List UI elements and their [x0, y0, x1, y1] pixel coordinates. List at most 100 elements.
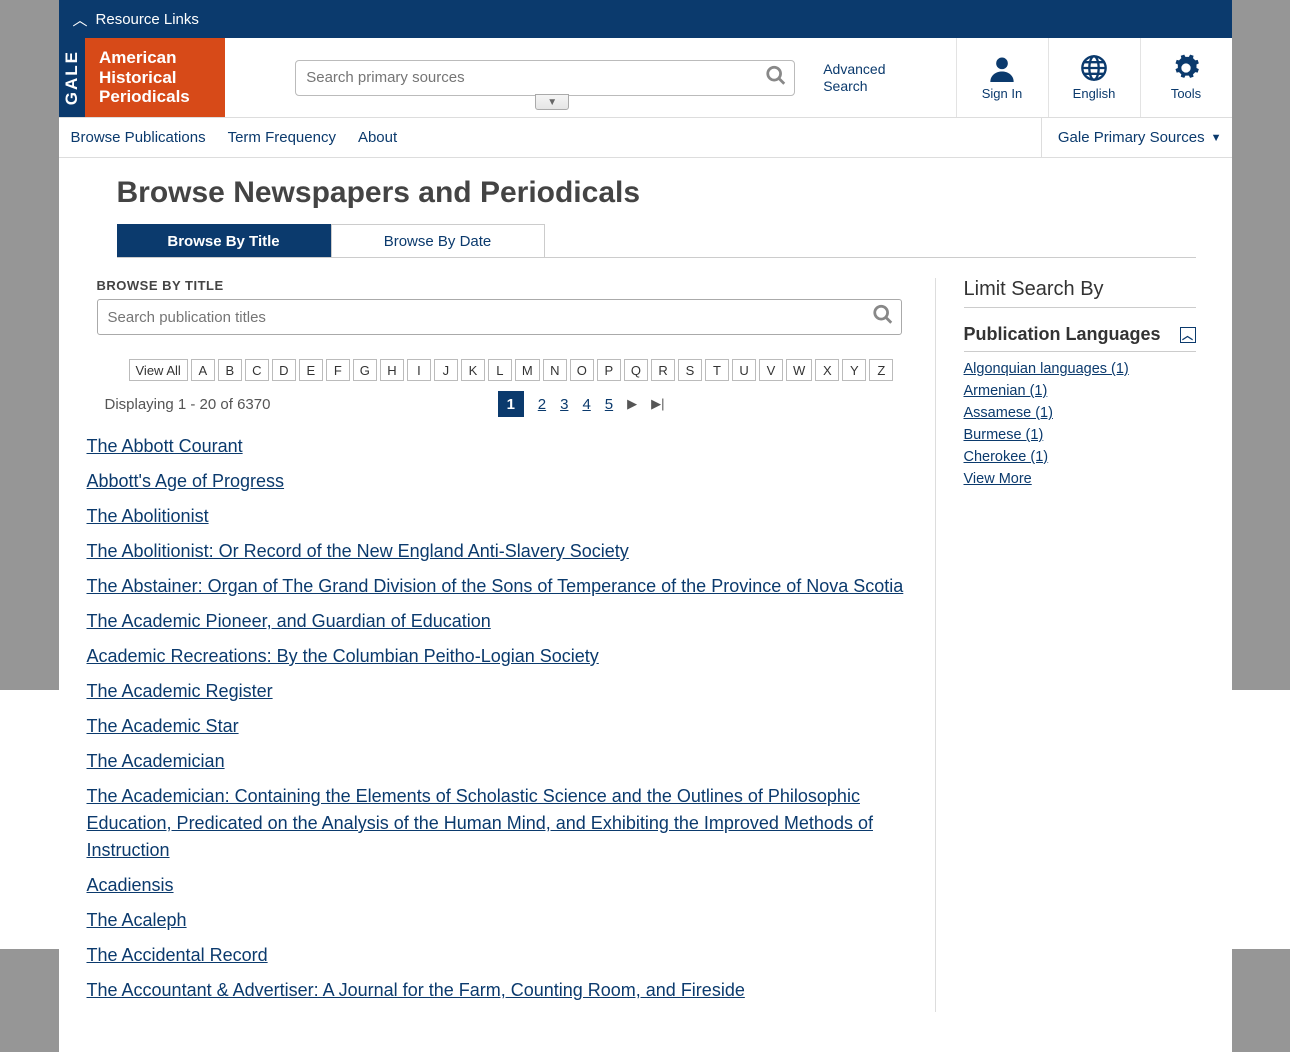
alpha-c[interactable]: C — [245, 359, 269, 381]
list-item: The Abolitionist: Or Record of the New E… — [87, 538, 915, 565]
advanced-search-link[interactable]: AdvancedSearch — [823, 61, 885, 95]
page-5[interactable]: 5 — [605, 396, 613, 413]
alpha-o[interactable]: O — [570, 359, 594, 381]
gear-icon — [1172, 54, 1200, 82]
alpha-h[interactable]: H — [380, 359, 404, 381]
result-link[interactable]: The Accountant & Advertiser: A Journal f… — [87, 980, 745, 1000]
search-icon[interactable] — [765, 64, 787, 91]
list-item: The Academician — [87, 748, 915, 775]
page-3[interactable]: 3 — [560, 396, 568, 413]
list-item: Acadiensis — [87, 872, 915, 899]
alpha-u[interactable]: U — [732, 359, 756, 381]
facet-link[interactable]: Assamese (1) — [964, 405, 1053, 421]
nav-term-frequency[interactable]: Term Frequency — [226, 129, 338, 146]
tools-button[interactable]: Tools — [1140, 38, 1232, 117]
result-link[interactable]: The Academic Register — [87, 681, 273, 701]
facet-list: Algonquian languages (1) Armenian (1) Assa… — [964, 360, 1196, 488]
resource-links-bar[interactable]: ︿ Resource Links — [59, 0, 1232, 38]
alpha-m[interactable]: M — [515, 359, 540, 381]
tab-browse-by-title[interactable]: Browse By Title — [117, 224, 331, 257]
list-item: Abbott's Age of Progress — [87, 468, 915, 495]
alpha-r[interactable]: R — [651, 359, 675, 381]
caret-down-icon: ▼ — [1211, 132, 1222, 144]
alpha-g[interactable]: G — [353, 359, 377, 381]
result-link[interactable]: The Abbott Courant — [87, 436, 243, 456]
page-2[interactable]: 2 — [538, 396, 546, 413]
alpha-d[interactable]: D — [272, 359, 296, 381]
alpha-view-all[interactable]: View All — [129, 359, 188, 381]
facet-item: Algonquian languages (1) — [964, 360, 1196, 378]
results-list: The Abbott Courant Abbott's Age of Progre… — [87, 433, 915, 1004]
alpha-w[interactable]: W — [786, 359, 812, 381]
facet-link[interactable]: Armenian (1) — [964, 383, 1048, 399]
page-4[interactable]: 4 — [582, 396, 590, 413]
language-button[interactable]: English — [1048, 38, 1140, 117]
facet-link[interactable]: Burmese (1) — [964, 427, 1044, 443]
search-type-dropdown-icon[interactable]: ▼ — [535, 94, 569, 110]
alpha-v[interactable]: V — [759, 359, 783, 381]
title-search-input[interactable] — [97, 299, 902, 335]
alpha-q[interactable]: Q — [624, 359, 648, 381]
alpha-n[interactable]: N — [543, 359, 567, 381]
facet-item: View More — [964, 470, 1196, 488]
alpha-y[interactable]: Y — [842, 359, 866, 381]
result-link[interactable]: The Abolitionist: Or Record of the New E… — [87, 541, 629, 561]
facet-link[interactable]: Cherokee (1) — [964, 449, 1049, 465]
tab-browse-by-date[interactable]: Browse By Date — [331, 224, 545, 257]
result-link[interactable]: The Academician — [87, 751, 225, 771]
nav-browse-publications[interactable]: Browse Publications — [69, 129, 208, 146]
gale-primary-sources-dropdown[interactable]: Gale Primary Sources ▼ — [1041, 118, 1222, 157]
alpha-l[interactable]: L — [488, 359, 512, 381]
sign-in-button[interactable]: Sign In — [956, 38, 1048, 117]
result-link[interactable]: The Abolitionist — [87, 506, 209, 526]
result-link[interactable]: Acadiensis — [87, 875, 174, 895]
alpha-a[interactable]: A — [191, 359, 215, 381]
collapse-icon[interactable]: ︿ — [1180, 327, 1196, 343]
list-item: The Accidental Record — [87, 942, 915, 969]
search-icon[interactable] — [872, 304, 894, 331]
result-link[interactable]: The Accidental Record — [87, 945, 268, 965]
facet-link[interactable]: Algonquian languages (1) — [964, 361, 1129, 377]
list-item: The Abstainer: Organ of The Grand Divisi… — [87, 573, 915, 600]
primary-search-input[interactable] — [295, 60, 795, 96]
result-link[interactable]: Abbott's Age of Progress — [87, 471, 285, 491]
alpha-z[interactable]: Z — [869, 359, 893, 381]
alpha-f[interactable]: F — [326, 359, 350, 381]
list-item: The Academic Register — [87, 678, 915, 705]
resource-links-label: Resource Links — [96, 11, 199, 28]
view-more-link[interactable]: View More — [964, 471, 1032, 487]
alpha-s[interactable]: S — [678, 359, 702, 381]
alpha-p[interactable]: P — [597, 359, 621, 381]
list-item: The Abbott Courant — [87, 433, 915, 460]
search-area: AdvancedSearch ▼ — [225, 38, 955, 117]
facet-item: Cherokee (1) — [964, 448, 1196, 466]
result-link[interactable]: The Academic Star — [87, 716, 239, 736]
alpha-b[interactable]: B — [218, 359, 242, 381]
list-item: The Abolitionist — [87, 503, 915, 530]
result-link[interactable]: The Abstainer: Organ of The Grand Divisi… — [87, 576, 904, 596]
alpha-i[interactable]: I — [407, 359, 431, 381]
list-item: The Academic Pioneer, and Guardian of Ed… — [87, 608, 915, 635]
alpha-x[interactable]: X — [815, 359, 839, 381]
nav-about[interactable]: About — [356, 129, 399, 146]
page-1[interactable]: 1 — [498, 391, 524, 417]
facet-title: Publication Languages — [964, 324, 1161, 345]
next-page-icon[interactable]: ▶ — [627, 396, 637, 412]
result-link[interactable]: The Academic Pioneer, and Guardian of Ed… — [87, 611, 491, 631]
list-item: Academic Recreations: By the Columbian P… — [87, 643, 915, 670]
facet-item: Armenian (1) — [964, 382, 1196, 400]
alpha-k[interactable]: K — [461, 359, 485, 381]
title-search-box — [97, 299, 902, 335]
alpha-t[interactable]: T — [705, 359, 729, 381]
browse-by-title-label: BROWSE BY TITLE — [97, 278, 915, 293]
alpha-j[interactable]: J — [434, 359, 458, 381]
alpha-e[interactable]: E — [299, 359, 323, 381]
result-link[interactable]: The Acaleph — [87, 910, 187, 930]
limit-search-by-heading: Limit Search By — [964, 278, 1196, 308]
gale-logo[interactable]: GALE — [59, 38, 86, 117]
product-title[interactable]: American Historical Periodicals — [85, 38, 225, 117]
result-link[interactable]: The Academician: Containing the Elements… — [87, 786, 873, 860]
last-page-icon[interactable]: ▶| — [651, 396, 664, 412]
result-link[interactable]: Academic Recreations: By the Columbian P… — [87, 646, 599, 666]
primary-search-box — [295, 60, 795, 96]
